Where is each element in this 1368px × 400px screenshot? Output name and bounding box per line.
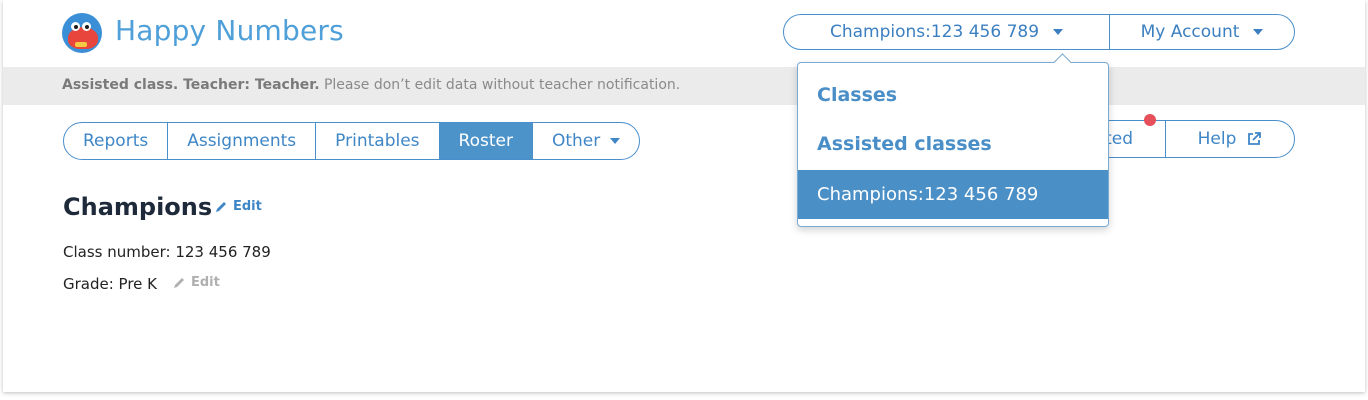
help-button[interactable]: Help xyxy=(1166,121,1294,157)
dropdown-item-champions[interactable]: Champions:123 456 789 xyxy=(798,170,1108,219)
notice-bold: Assisted class. Teacher: Teacher. xyxy=(62,77,320,93)
chevron-down-icon xyxy=(610,138,621,144)
edit-label: Edit xyxy=(233,199,262,214)
grade: Grade: Pre K xyxy=(63,275,158,293)
tab-reports[interactable]: Reports xyxy=(64,123,169,159)
chevron-down-icon xyxy=(1253,29,1264,35)
brand-name[interactable]: Happy Numbers xyxy=(115,14,344,47)
help-label: Help xyxy=(1197,129,1237,149)
main-tabs: Reports Assignments Printables Roster Ot… xyxy=(63,122,641,160)
tab-roster[interactable]: Roster xyxy=(439,123,533,159)
pencil-icon xyxy=(174,278,184,288)
notification-dot xyxy=(1144,114,1156,126)
tab-label: Other xyxy=(551,131,601,151)
edit-class-name-button[interactable]: Edit xyxy=(215,199,262,214)
tab-printables[interactable]: Printables xyxy=(316,123,440,159)
tab-label: Reports xyxy=(83,131,149,151)
my-account-label: My Account xyxy=(1140,22,1240,42)
external-link-icon xyxy=(1248,132,1262,145)
tab-assignments[interactable]: Assignments xyxy=(168,123,317,159)
logo-icon[interactable] xyxy=(62,13,102,53)
class-selector-button[interactable]: Champions:123 456 789 xyxy=(784,15,1110,49)
class-selector-label: Champions:123 456 789 xyxy=(829,22,1040,42)
dropdown-item-classes[interactable]: Classes xyxy=(798,84,1108,106)
notice-text: Please don’t edit data without teacher n… xyxy=(319,77,681,93)
pencil-icon xyxy=(216,202,226,212)
chevron-down-icon xyxy=(1053,29,1064,35)
tab-label: Roster xyxy=(458,131,513,151)
dropdown-item-assisted-classes[interactable]: Assisted classes xyxy=(798,133,1108,155)
tab-label: Assignments xyxy=(187,131,297,151)
edit-grade-button[interactable]: Edit xyxy=(173,275,220,290)
tab-other[interactable]: Other xyxy=(533,123,639,159)
class-dropdown-menu: Classes Assisted classes Champions:123 4… xyxy=(797,53,1109,227)
my-account-button[interactable]: My Account xyxy=(1110,15,1294,49)
class-number: Class number: 123 456 789 xyxy=(63,243,271,261)
page-title: Champions xyxy=(63,193,213,221)
whats-new-label: ted xyxy=(1105,129,1133,149)
edit-label: Edit xyxy=(191,275,220,290)
assisted-class-notice: Assisted class. Teacher: Teacher. Please… xyxy=(3,67,1365,105)
tab-label: Printables xyxy=(335,131,420,151)
account-button-group: Champions:123 456 789 My Account xyxy=(783,14,1295,50)
